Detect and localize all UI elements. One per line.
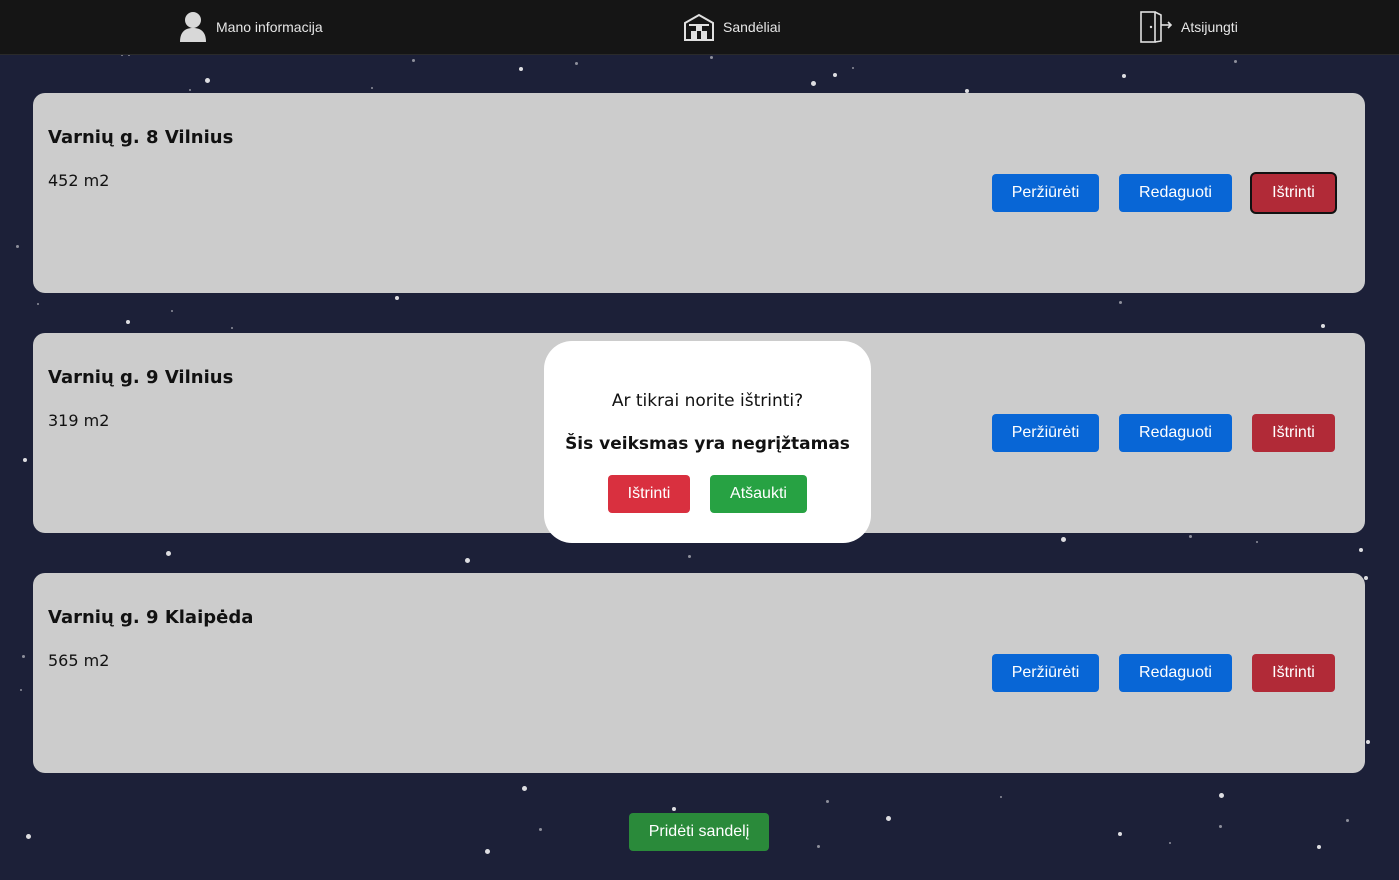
star-dot xyxy=(23,458,27,462)
star-dot xyxy=(411,58,415,62)
star-dot xyxy=(25,833,31,839)
star-dot xyxy=(204,77,210,83)
star-dot xyxy=(484,848,490,854)
star-dot xyxy=(1169,842,1171,844)
star-dot xyxy=(852,67,854,69)
nav-logout-label: Atsijungti xyxy=(1181,19,1238,35)
star-dot xyxy=(1256,541,1258,543)
star-dot xyxy=(15,244,19,248)
warehouse-title: Varnių g. 9 Klaipėda xyxy=(48,607,254,628)
star-dot xyxy=(1060,536,1066,542)
star-dot xyxy=(1218,824,1222,828)
star-dot xyxy=(810,80,816,86)
warehouse-icon xyxy=(683,13,715,41)
star-dot xyxy=(1118,300,1122,304)
warehouse-card: Varnių g. 9 Klaipėda 565 m2 Peržiūrėti R… xyxy=(33,573,1365,773)
edit-button[interactable]: Redaguoti xyxy=(1119,654,1232,692)
user-icon xyxy=(178,11,208,43)
star-dot xyxy=(687,554,691,558)
star-dot xyxy=(885,815,891,821)
nav-profile-link[interactable]: Mano informacija xyxy=(178,0,323,54)
star-dot xyxy=(521,785,527,791)
view-button[interactable]: Peržiūrėti xyxy=(992,414,1099,452)
star-dot xyxy=(1122,74,1126,78)
star-dot xyxy=(709,55,713,59)
star-dot xyxy=(1000,796,1002,798)
star-dot xyxy=(672,807,676,811)
star-dot xyxy=(1118,832,1122,836)
star-dot xyxy=(37,303,39,305)
star-dot xyxy=(21,654,25,658)
star-dot xyxy=(538,827,542,831)
nav-warehouses-link[interactable]: Sandėliai xyxy=(683,0,781,54)
star-dot xyxy=(464,557,470,563)
star-dot xyxy=(371,87,373,89)
warehouse-area: 319 m2 xyxy=(48,411,110,430)
edit-button[interactable]: Redaguoti xyxy=(1119,174,1232,212)
star-dot xyxy=(395,296,399,300)
dialog-question: Ar tikrai norite ištrinti? xyxy=(611,391,804,411)
star-dot xyxy=(231,327,233,329)
view-button[interactable]: Peržiūrėti xyxy=(992,654,1099,692)
star-dot xyxy=(1317,845,1321,849)
star-dot xyxy=(1218,792,1224,798)
warehouse-area: 565 m2 xyxy=(48,651,110,670)
star-dot xyxy=(171,310,173,312)
star-dot xyxy=(1345,818,1349,822)
star-dot xyxy=(574,61,578,65)
nav-profile-label: Mano informacija xyxy=(216,19,323,35)
edit-button[interactable]: Redaguoti xyxy=(1119,414,1232,452)
warehouse-card: Varnių g. 8 Vilnius 452 m2 Peržiūrėti Re… xyxy=(33,93,1365,293)
dialog-warning: Šis veiksmas yra negrįžtamas xyxy=(565,434,850,454)
star-dot xyxy=(165,550,171,556)
star-dot xyxy=(816,844,820,848)
star-dot xyxy=(1366,740,1370,744)
warehouse-title: Varnių g. 8 Vilnius xyxy=(48,127,234,148)
cancel-button[interactable]: Atšaukti xyxy=(710,475,807,513)
confirm-delete-dialog: Ar tikrai norite ištrinti? Šis veiksmas … xyxy=(544,341,871,543)
star-dot xyxy=(519,67,523,71)
view-button[interactable]: Peržiūrėti xyxy=(992,174,1099,212)
nav-warehouses-label: Sandėliai xyxy=(723,19,781,35)
logout-door-icon xyxy=(1139,11,1173,43)
star-dot xyxy=(20,689,22,691)
star-dot xyxy=(825,799,829,803)
warehouse-area: 452 m2 xyxy=(48,171,110,190)
star-dot xyxy=(126,320,130,324)
nav-logout-link[interactable]: Atsijungti xyxy=(1139,0,1238,54)
star-dot xyxy=(1321,324,1325,328)
delete-button[interactable]: Ištrinti xyxy=(1252,654,1335,692)
star-dot xyxy=(189,89,191,91)
star-dot xyxy=(1233,59,1237,63)
star-dot xyxy=(833,73,837,77)
confirm-delete-button[interactable]: Ištrinti xyxy=(608,475,690,513)
star-dot xyxy=(1188,534,1192,538)
delete-button[interactable]: Ištrinti xyxy=(1252,174,1335,212)
star-dot xyxy=(1364,576,1368,580)
top-navigation-bar: Mano informacija Sandėliai Atsijungti xyxy=(0,0,1399,55)
warehouse-title: Varnių g. 9 Vilnius xyxy=(48,367,234,388)
delete-button[interactable]: Ištrinti xyxy=(1252,414,1335,452)
star-dot xyxy=(1359,548,1363,552)
add-warehouse-button[interactable]: Pridėti sandelį xyxy=(629,813,769,851)
